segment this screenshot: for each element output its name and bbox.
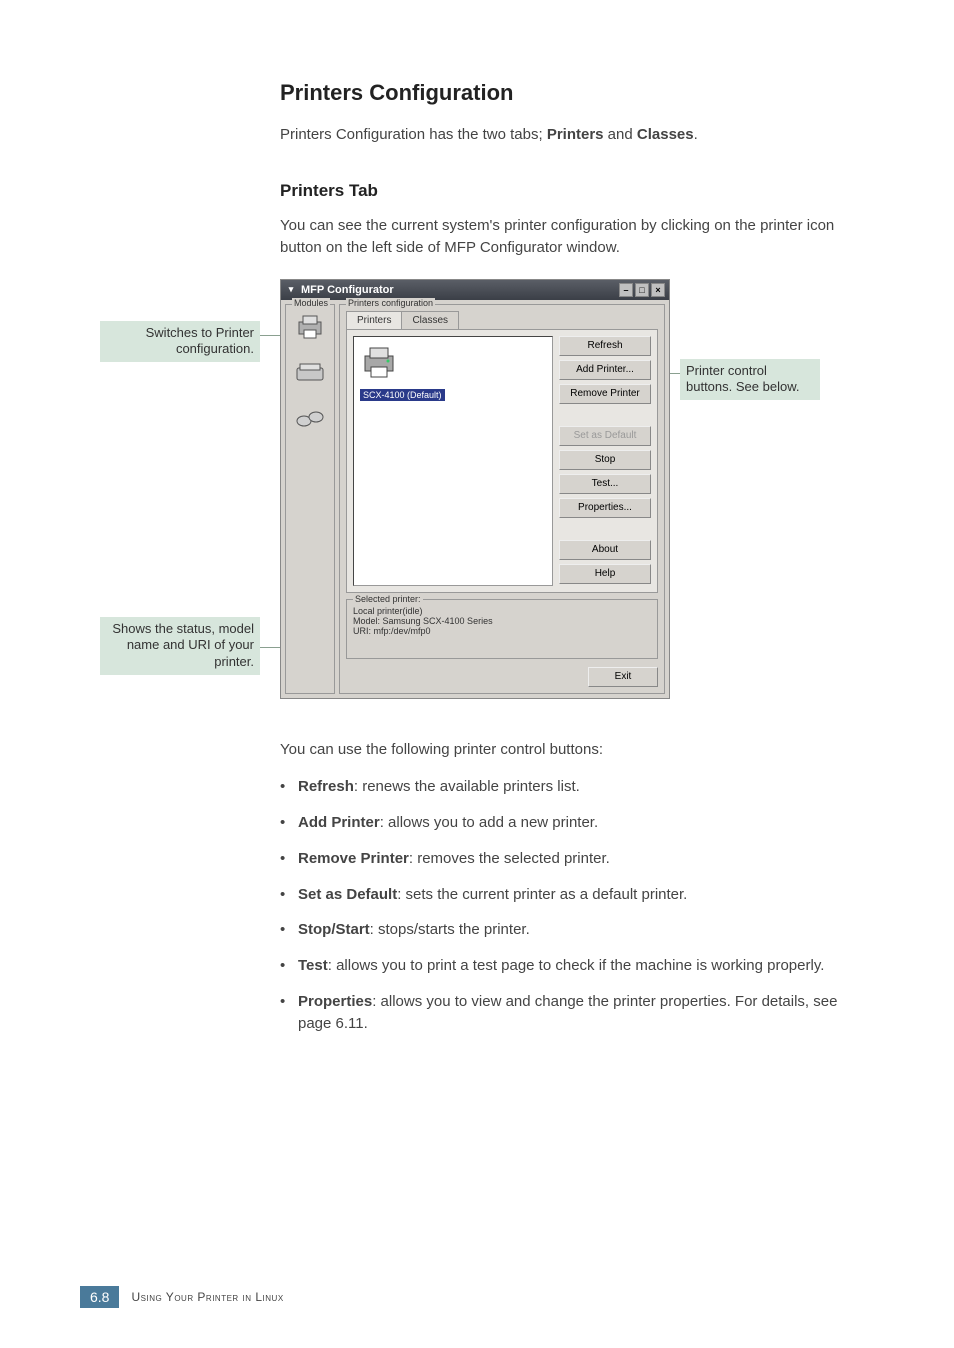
bullet-set-default-label: Set as Default <box>298 886 397 903</box>
exit-button[interactable]: Exit <box>588 667 658 687</box>
bullet-list: Refresh: renews the available printers l… <box>280 776 874 1034</box>
callout-printer-control-buttons: Printer control buttons. See below. <box>680 359 820 401</box>
add-printer-button[interactable]: Add Printer... <box>559 360 651 380</box>
after-figure-text: You can use the following printer contro… <box>280 739 874 761</box>
page-number: 6.8 <box>80 1286 119 1308</box>
scanner-module-icon[interactable] <box>294 357 326 389</box>
bullet-stop-start: Stop/Start: stops/starts the printer. <box>280 919 874 941</box>
callout-switches-to-printer: Switches to Printer configuration. <box>100 321 260 363</box>
refresh-button[interactable]: Refresh <box>559 336 651 356</box>
bullet-set-default: Set as Default: sets the current printer… <box>280 884 874 906</box>
intro-text-pre: Printers Configuration has the two tabs; <box>280 126 547 143</box>
printer-item-icon[interactable] <box>360 343 398 381</box>
callout-shows-status: Shows the status, model name and URI of … <box>100 617 260 676</box>
selected-printer-uri: URI: mfp:/dev/mfp0 <box>353 626 651 636</box>
bullet-properties-label: Properties <box>298 993 372 1010</box>
printer-list-area[interactable]: SCX-4100 (Default) <box>353 336 553 586</box>
intro-text-end: . <box>694 126 698 143</box>
intro-bold-classes: Classes <box>637 126 694 143</box>
test-button[interactable]: Test... <box>559 474 651 494</box>
maximize-icon[interactable]: □ <box>635 283 649 297</box>
subsection-paragraph: You can see the current system's printer… <box>280 215 874 259</box>
footer-chapter-title: Using Your Printer in Linux <box>131 1290 283 1304</box>
window-title: MFP Configurator <box>301 284 394 296</box>
printer-module-icon[interactable] <box>294 311 326 343</box>
close-icon[interactable]: × <box>651 283 665 297</box>
bullet-test: Test: allows you to print a test page to… <box>280 955 874 977</box>
window-titlebar[interactable]: ▾ MFP Configurator – □ × <box>281 280 669 300</box>
bullet-set-default-text: : sets the current printer as a default … <box>397 886 687 903</box>
tab-classes[interactable]: Classes <box>401 311 459 329</box>
about-button[interactable]: About <box>559 540 651 560</box>
bullet-stop-start-text: : stops/starts the printer. <box>370 921 530 938</box>
minimize-icon[interactable]: – <box>619 283 633 297</box>
subsection-heading: Printers Tab <box>280 181 874 201</box>
bullet-add-printer: Add Printer: allows you to add a new pri… <box>280 812 874 834</box>
ports-module-icon[interactable] <box>294 403 326 435</box>
printer-item-label[interactable]: SCX-4100 (Default) <box>360 389 445 401</box>
help-button[interactable]: Help <box>559 564 651 584</box>
bullet-add-printer-text: : allows you to add a new printer. <box>380 814 598 831</box>
bullet-remove-printer-text: : removes the selected printer. <box>409 850 610 867</box>
bullet-test-label: Test <box>298 957 328 974</box>
intro-bold-printers: Printers <box>547 126 604 143</box>
intro-paragraph: Printers Configuration has the two tabs;… <box>280 124 874 145</box>
mfp-configurator-window: ▾ MFP Configurator – □ × Modules <box>280 279 670 699</box>
bullet-remove-printer-label: Remove Printer <box>298 850 409 867</box>
section-heading: Printers Configuration <box>280 80 874 106</box>
selected-printer-label: Selected printer: <box>353 594 423 604</box>
bullet-properties-text: : allows you to view and change the prin… <box>298 993 837 1032</box>
bullet-remove-printer: Remove Printer: removes the selected pri… <box>280 848 874 870</box>
bullet-refresh: Refresh: renews the available printers l… <box>280 776 874 798</box>
modules-label: Modules <box>292 298 330 308</box>
tab-printers[interactable]: Printers <box>346 311 402 329</box>
bullet-refresh-label: Refresh <box>298 778 354 795</box>
selected-printer-status: Local printer(idle) <box>353 606 651 616</box>
bullet-add-printer-label: Add Printer <box>298 814 380 831</box>
bullet-refresh-text: : renews the available printers list. <box>354 778 580 795</box>
selected-printer-model: Model: Samsung SCX-4100 Series <box>353 616 651 626</box>
printers-config-label: Printers configuration <box>346 298 435 308</box>
page-footer: 6.8 Using Your Printer in Linux <box>80 1286 284 1308</box>
bullet-properties: Properties: allows you to view and chang… <box>280 991 874 1035</box>
bullet-test-text: : allows you to print a test page to che… <box>328 957 825 974</box>
stop-button[interactable]: Stop <box>559 450 651 470</box>
selected-printer-box: Selected printer: Local printer(idle) Mo… <box>346 599 658 659</box>
set-as-default-button[interactable]: Set as Default <box>559 426 651 446</box>
titlebar-menu-icon[interactable]: ▾ <box>285 284 297 296</box>
bullet-stop-start-label: Stop/Start <box>298 921 370 938</box>
properties-button[interactable]: Properties... <box>559 498 651 518</box>
remove-printer-button[interactable]: Remove Printer <box>559 384 651 404</box>
modules-panel: Modules <box>285 304 335 694</box>
intro-text-mid: and <box>604 126 637 143</box>
